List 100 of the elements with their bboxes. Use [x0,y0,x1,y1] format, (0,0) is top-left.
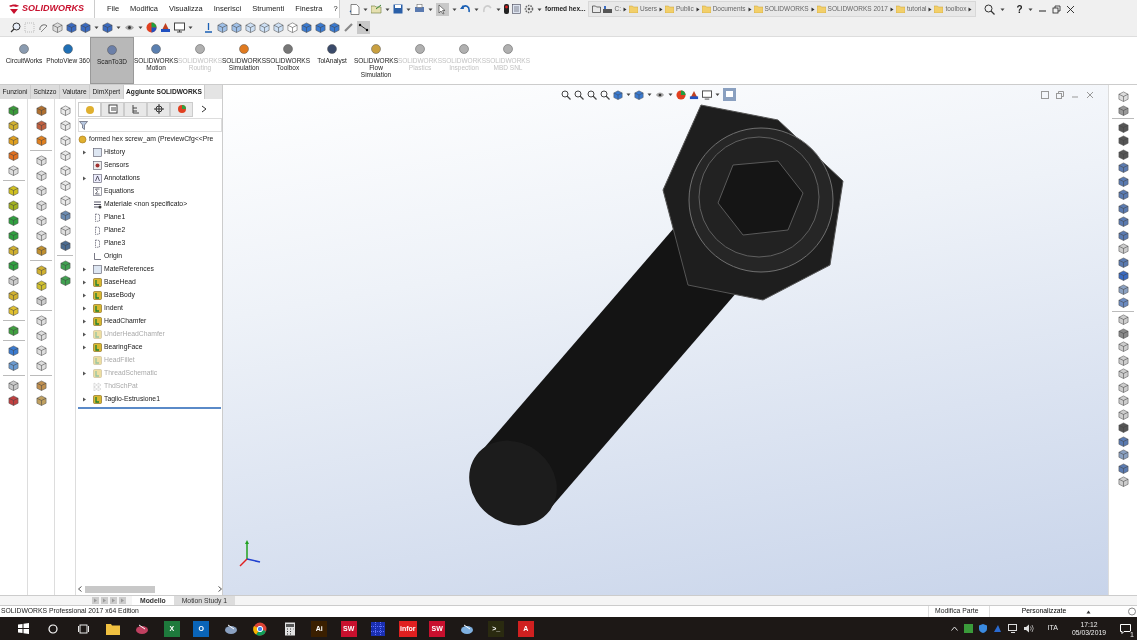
cube-icon[interactable] [1117,121,1129,133]
cube-icon[interactable] [59,260,71,271]
cube-icon[interactable] [35,155,47,166]
caret-icon[interactable] [452,6,457,12]
cube-icon[interactable] [1117,148,1129,160]
cube-icon[interactable] [35,215,47,226]
chevron-right-icon[interactable] [658,6,663,12]
cube-icon[interactable] [59,275,71,286]
search-icon[interactable] [48,623,58,634]
expand-arrow-icon[interactable] [81,266,88,273]
cube-icon[interactable] [8,395,19,406]
cube-icon[interactable] [1117,381,1129,393]
cube-icon[interactable] [35,360,47,371]
caret-icon[interactable] [647,92,652,97]
cube-icon[interactable] [35,245,47,256]
cube-icon[interactable] [231,21,242,33]
cube-icon[interactable] [8,275,19,286]
cube-icon[interactable] [1117,229,1129,241]
cube-icon[interactable] [102,21,113,33]
cube-icon[interactable] [315,21,326,33]
pie-icon[interactable] [170,101,193,117]
cube-icon[interactable] [35,105,47,116]
cube-icon[interactable] [59,240,71,251]
cube-icon[interactable] [35,395,47,406]
cube-icon[interactable] [8,245,19,256]
cube-icon[interactable] [35,170,47,181]
appearance-icon[interactable] [146,21,157,33]
caret-icon[interactable] [1027,6,1033,12]
cube-icon[interactable] [35,230,47,241]
cube-icon[interactable] [8,345,19,356]
app-tray-icon[interactable] [992,624,1002,633]
caret-icon[interactable] [406,6,411,12]
task-view-icon[interactable] [77,623,89,634]
cube-icon[interactable] [8,260,19,271]
cube-icon[interactable] [1117,327,1129,339]
caret-icon[interactable] [188,24,193,30]
cube-icon[interactable] [1117,341,1129,352]
cube-icon[interactable] [1117,283,1129,295]
printer-icon[interactable] [414,4,425,14]
cube-icon[interactable] [35,280,47,291]
expand-arrow-icon[interactable] [81,344,88,351]
expand-arrow-icon[interactable] [81,149,88,156]
cube-icon[interactable] [634,89,644,100]
cube-icon[interactable] [1117,395,1129,406]
cube-icon[interactable] [8,325,19,336]
cube-icon[interactable] [8,380,19,391]
folder-icon[interactable] [105,621,120,636]
cube-icon[interactable] [1117,135,1129,146]
cube-icon[interactable] [1117,189,1129,200]
cube-icon[interactable] [8,230,19,241]
zoom-icon[interactable] [10,21,21,33]
close-icon[interactable] [1065,4,1075,14]
caret-icon[interactable] [138,24,143,30]
cube-icon[interactable] [1117,104,1129,116]
cube-icon[interactable] [35,345,47,356]
network-icon[interactable] [1007,624,1018,633]
cube-icon[interactable] [301,21,312,33]
viewport-maximize-icon[interactable] [1041,91,1049,99]
display-pane-icon[interactable] [723,88,736,101]
cube-icon[interactable] [1117,476,1129,487]
cube-icon[interactable] [1117,435,1129,447]
horizontal-scrollbar[interactable] [78,584,222,594]
ruler-icon[interactable] [343,21,354,33]
search-icon[interactable] [561,89,571,100]
chevron-up-icon[interactable] [950,626,958,631]
pointer-icon[interactable] [436,2,449,16]
cube-icon[interactable] [1117,408,1129,420]
search-icon[interactable] [984,3,996,15]
undo-icon[interactable] [460,4,471,14]
rebuild-icon[interactable] [1127,607,1137,616]
appearance-icon[interactable] [676,89,686,100]
cube-icon[interactable] [59,210,71,221]
chevron-right-icon[interactable] [695,6,700,12]
triad-icon[interactable] [203,21,214,33]
filter-icon[interactable] [79,120,88,130]
cube-icon[interactable] [35,295,47,306]
viewport-close-icon[interactable] [1086,91,1094,99]
cube-icon[interactable] [1117,297,1129,308]
caret-icon[interactable] [116,24,121,30]
cube-icon[interactable] [35,330,47,341]
cube-icon[interactable] [35,265,47,276]
cube-icon[interactable] [35,185,47,196]
chevron-right-icon[interactable] [747,6,752,12]
caret-icon[interactable] [668,92,673,97]
expand-arrow-icon[interactable] [81,318,88,325]
cube-icon[interactable] [1117,243,1129,254]
snap-icon[interactable] [357,20,370,34]
expand-arrow-icon[interactable] [81,279,88,286]
caret-icon[interactable] [626,92,631,97]
cube-icon[interactable] [8,105,19,116]
scene-icon[interactable] [689,89,699,100]
cube-icon[interactable] [66,21,77,33]
cube-icon[interactable] [329,21,340,33]
caret-icon[interactable] [496,6,501,12]
volume-icon[interactable] [1023,624,1034,633]
cube-icon[interactable] [8,200,19,211]
new-document-icon[interactable] [350,3,360,15]
cube-icon[interactable] [1117,270,1129,281]
scene-icon[interactable] [160,21,171,33]
cube-icon[interactable] [217,21,228,33]
